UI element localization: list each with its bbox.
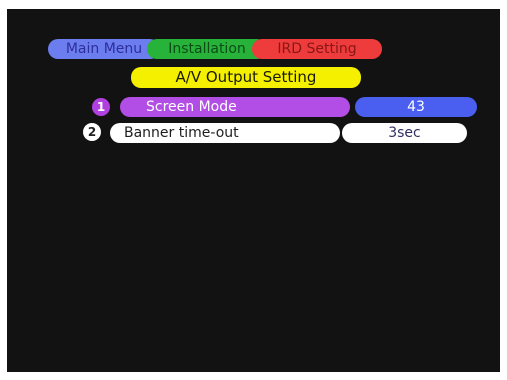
item-number-1: 1 [92,98,110,116]
breadcrumb-installation[interactable]: Installation [147,39,267,59]
screen-mode-item[interactable]: Screen Mode [120,97,350,117]
item-number-2: 2 [83,123,101,141]
osd-screen: Main Menu Installation IRD Setting A/V O… [7,9,500,372]
banner-timeout-item[interactable]: Banner time-out [110,123,340,143]
screen-mode-value[interactable]: 43 [355,97,477,117]
breadcrumb-ird-setting[interactable]: IRD Setting [252,39,382,59]
breadcrumb-main-menu[interactable]: Main Menu [48,39,160,59]
banner-timeout-value[interactable]: 3sec [342,123,467,143]
page-title: A/V Output Setting [131,67,361,88]
